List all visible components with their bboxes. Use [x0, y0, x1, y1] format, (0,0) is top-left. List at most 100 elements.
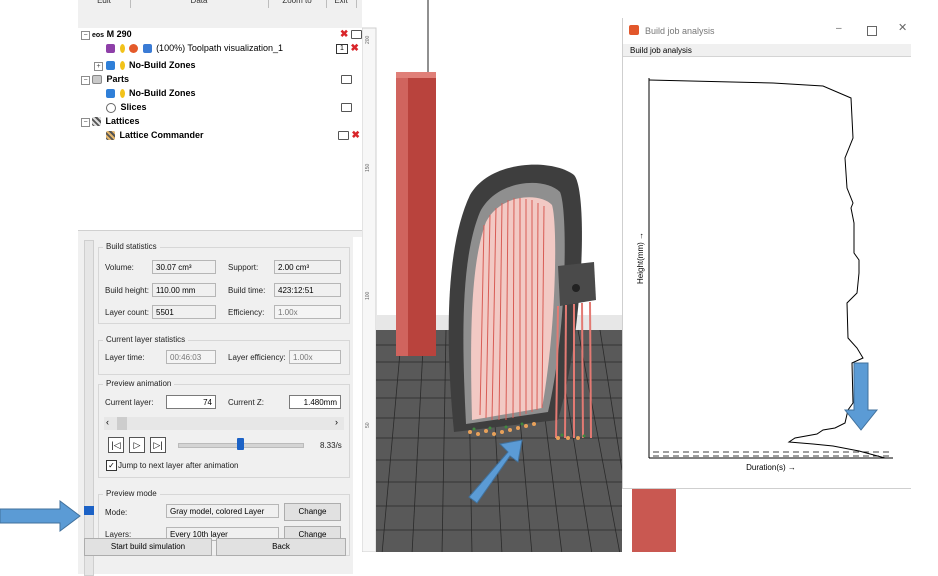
- toolpath-label: (100%) Toolpath visualization_1: [156, 43, 283, 53]
- collapse-toggle[interactable]: −: [81, 31, 90, 40]
- mode-label: Mode:: [105, 508, 128, 517]
- machine-actions: ✖: [340, 28, 362, 41]
- preview-mode-title: Preview mode: [103, 489, 160, 498]
- speed-slider-thumb[interactable]: [237, 438, 244, 450]
- layer-time-field: 00:46:03: [166, 350, 216, 364]
- lattice-commander-icon: [106, 131, 115, 141]
- current-layer-label: Current layer:: [105, 398, 154, 407]
- preview-animation-title: Preview animation: [103, 379, 175, 388]
- mode-field: Gray model, colored Layer: [166, 504, 279, 518]
- toolpath-icon: [142, 44, 152, 54]
- build-statistics-title: Build statistics: [103, 242, 160, 251]
- current-z-input[interactable]: 1.480mm: [289, 395, 341, 409]
- scroll-right-icon[interactable]: ›: [335, 417, 338, 427]
- slices-label: Slices: [120, 102, 147, 112]
- play-icon[interactable]: ▷: [129, 437, 145, 453]
- x-axis-label: Duration(s) →: [746, 463, 796, 472]
- tree-item-lattice-commander[interactable]: Lattice Commander: [106, 129, 204, 142]
- layer-badge[interactable]: 1: [336, 43, 348, 54]
- delete-icon[interactable]: ✖: [351, 43, 359, 54]
- scroll-left-icon[interactable]: ‹: [106, 417, 109, 427]
- efficiency-field: 1.00x: [274, 305, 341, 319]
- expand-toggle[interactable]: +: [94, 62, 103, 71]
- annotation-arrow-down: [843, 362, 879, 431]
- layer-time-label: Layer time:: [105, 353, 145, 362]
- machine-icon: eos: [92, 32, 105, 39]
- volume-field: 30.07 cm³: [152, 260, 216, 274]
- database-icon: [106, 44, 115, 54]
- folder-icon[interactable]: [338, 131, 349, 141]
- support-label: Support:: [228, 263, 259, 272]
- layer-vertical-slider[interactable]: [84, 240, 94, 576]
- first-layer-icon[interactable]: |◁: [108, 437, 124, 453]
- build-height-label: Build height:: [105, 286, 150, 295]
- layer-count-label: Layer count:: [105, 308, 150, 317]
- window-title: Build job analysis: [645, 26, 715, 36]
- minimize-icon[interactable]: –: [836, 23, 842, 34]
- back-button[interactable]: Back: [216, 538, 346, 556]
- ruler-label-100: 100: [365, 291, 371, 300]
- tree-item-toolpath[interactable]: (100%) Toolpath visualization_1: [106, 42, 283, 55]
- build-time-field: 423:12:51: [274, 283, 341, 297]
- folder-icon[interactable]: [341, 103, 352, 113]
- build-time-label: Build time:: [228, 286, 266, 295]
- collapse-toggle[interactable]: −: [81, 76, 90, 85]
- tree-item-machine[interactable]: eos M 290: [92, 28, 132, 41]
- analysis-header: Build job analysis: [623, 44, 911, 57]
- lock-icon: [106, 89, 115, 99]
- ruler-label-150: 150: [365, 163, 371, 172]
- current-layer-input[interactable]: 74: [166, 395, 216, 409]
- app-icon: [629, 25, 639, 35]
- maximize-icon[interactable]: [867, 26, 877, 36]
- last-layer-icon[interactable]: ▷|: [150, 437, 166, 453]
- no-build-zones-label: No-Build Zones: [129, 88, 196, 98]
- folder-icon[interactable]: [350, 30, 362, 40]
- layer-count-field: 5501: [152, 305, 216, 319]
- menu-data[interactable]: Data: [130, 0, 269, 8]
- tree-item-parts[interactable]: Parts: [92, 73, 129, 86]
- delete-icon[interactable]: ✖: [340, 29, 348, 40]
- bulb-icon: [119, 89, 125, 99]
- collapse-toggle[interactable]: −: [81, 118, 90, 127]
- lattice-icon: [92, 117, 101, 127]
- layer-slider-thumb[interactable]: [84, 506, 94, 515]
- change-mode-button[interactable]: Change: [284, 503, 341, 521]
- tree-item-no-build-zones[interactable]: No-Build Zones: [106, 59, 196, 72]
- speed-value: 8.33/s: [320, 441, 342, 450]
- scrollbar-thumb[interactable]: [117, 417, 127, 430]
- delete-icon[interactable]: ✖: [352, 130, 360, 141]
- tree-item-slices[interactable]: Slices: [106, 101, 147, 114]
- lock-icon: [106, 61, 115, 71]
- layer-efficiency-field: 1.00x: [289, 350, 341, 364]
- tree-item-lattices[interactable]: Lattices: [92, 115, 140, 128]
- menu-zoom-to[interactable]: Zoom to: [268, 0, 327, 8]
- tree-item-no-build-zones[interactable]: No-Build Zones: [106, 87, 196, 100]
- parts-label: Parts: [106, 74, 130, 84]
- jump-checkbox[interactable]: ✓: [106, 460, 117, 471]
- bulb-icon: [119, 44, 125, 54]
- annotation-arrow: [0, 500, 81, 532]
- window-titlebar[interactable]: Build job analysis – ✕: [623, 18, 911, 44]
- bulb-icon: [119, 61, 125, 71]
- close-icon[interactable]: ✕: [898, 21, 907, 34]
- slices-actions: [341, 101, 352, 114]
- layer-scrollbar[interactable]: [104, 417, 344, 430]
- folder-icon[interactable]: [341, 75, 352, 85]
- menu-exit[interactable]: Exit: [326, 0, 357, 8]
- palette-icon: [129, 44, 139, 54]
- scene-tree: − eos M 290 ✖ (100%) Toolpath visualizat…: [78, 28, 362, 230]
- lattice-commander-label: Lattice Commander: [119, 130, 204, 140]
- build-height-field: 110.00 mm: [152, 283, 216, 297]
- y-axis-label: Height(mm) →: [636, 232, 645, 284]
- ruler-label-200: 200: [365, 35, 371, 44]
- start-build-simulation-button[interactable]: Start build simulation: [84, 538, 212, 556]
- support-field: 2.00 cm³: [274, 260, 341, 274]
- machine-label: M 290: [106, 29, 132, 39]
- 3d-viewport[interactable]: 200 150 100 50: [362, 0, 622, 574]
- lattices-label: Lattices: [105, 116, 140, 126]
- toolpath-actions: 1 ✖: [336, 42, 359, 55]
- build-job-analysis-window: Build job analysis – ✕ Build job analysi…: [622, 18, 911, 489]
- support-tower: [632, 488, 676, 552]
- viewport-scene: 200 150 100 50: [362, 0, 622, 574]
- menu-edit[interactable]: Edit: [78, 0, 131, 8]
